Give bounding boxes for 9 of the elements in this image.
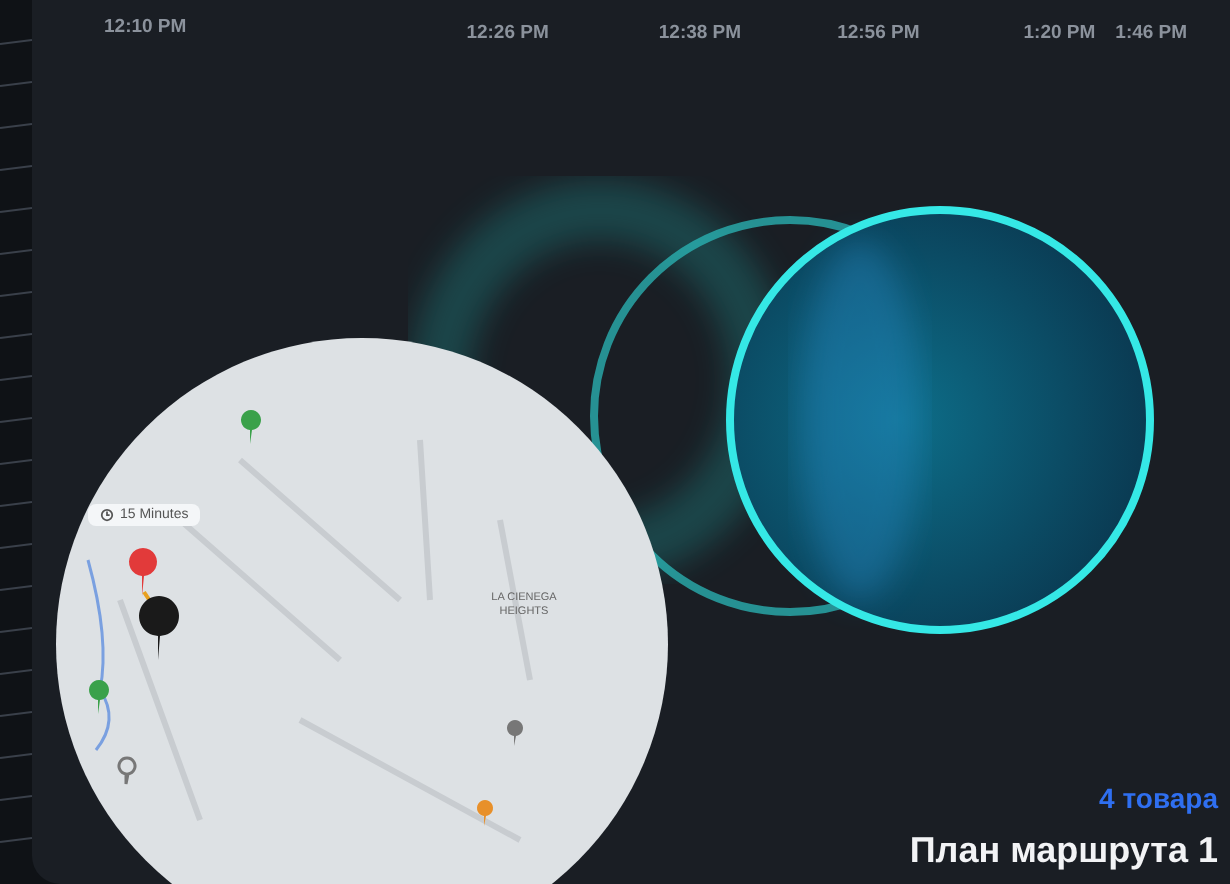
time-label: 12:10 PM (104, 16, 187, 42)
time-label: 12:56 PM (837, 22, 920, 48)
route-title: План маршрута 1 (909, 830, 1218, 872)
time-label: 12:26 PM (466, 22, 549, 48)
time-label: 1:20 PM (1023, 22, 1096, 48)
clock-icon (100, 508, 114, 522)
time-label: 12:38 PM (658, 22, 742, 48)
items-count: 4 товара (1099, 782, 1218, 814)
time-label: 1:46 PM (1115, 22, 1188, 48)
